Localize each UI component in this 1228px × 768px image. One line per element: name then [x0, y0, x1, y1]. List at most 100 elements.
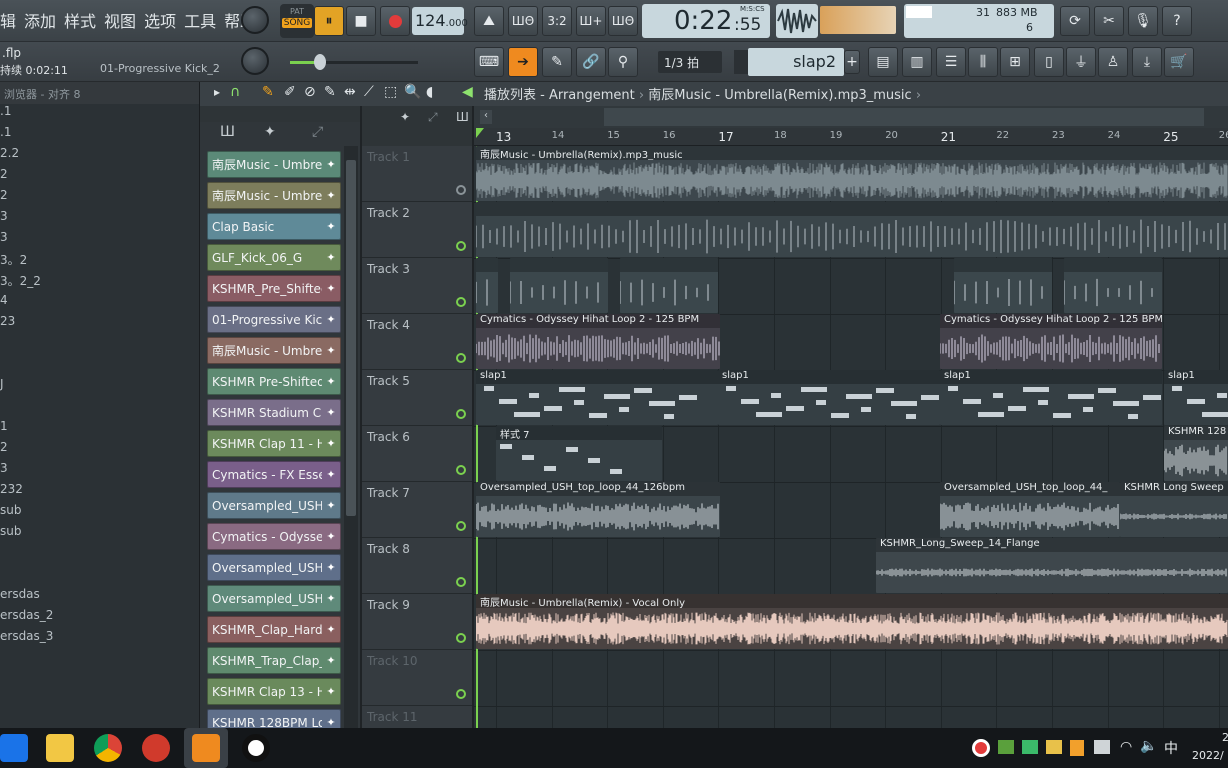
timeline-overview[interactable]: ‹ [474, 106, 1228, 128]
paint-tool-icon[interactable]: ✐ [284, 84, 296, 100]
track-mute-led[interactable] [456, 465, 466, 475]
pause-button[interactable]: ⏸ [314, 6, 344, 36]
add-pattern-button[interactable]: + [844, 50, 860, 74]
master-volume-knob[interactable] [241, 6, 269, 34]
wifi-icon[interactable]: ◠ [1120, 739, 1132, 755]
magnet-icon[interactable]: ∩ [230, 84, 240, 100]
channel-button[interactable]: Oversampled_USH_t.. ✦ [207, 554, 341, 581]
refresh-icon[interactable]: ⟳ [1060, 6, 1090, 36]
link-icon[interactable]: 🔗 [576, 47, 606, 77]
browser-item[interactable]: sub [0, 524, 199, 545]
track-wave-icon[interactable]: ✦ [400, 110, 410, 124]
track-mute-led[interactable] [456, 353, 466, 363]
browser-item[interactable]: ersdas_2 [0, 608, 199, 629]
channel-button[interactable]: 01-Progressive Kick_2 ✦ [207, 306, 341, 333]
browser-item[interactable]: 3 [0, 209, 199, 230]
channel-button[interactable]: KSHMR Stadium Clap.. ✦ [207, 399, 341, 426]
piano-roll-icon[interactable]: ▥ [902, 47, 932, 77]
browser-item[interactable]: 4 [0, 293, 199, 314]
mute-tool-icon[interactable]: ✎ [324, 84, 336, 100]
playlist-clip[interactable]: Cymatics - Odyssey Hihat Loop 2 - 125 BP… [940, 314, 1162, 369]
channel-button[interactable]: 南辰Music - Umbrell.. ✦ [207, 182, 341, 209]
track-header[interactable]: Track 5 [362, 370, 472, 426]
playlist-clip[interactable]: slap1 [940, 370, 1162, 425]
playlist-clip[interactable]: KSHMR Long Sweep [1120, 482, 1228, 537]
playlist-clip[interactable]: Oversampled_USH_top_loop_44_126bpm [476, 482, 720, 537]
track-mute-led[interactable] [456, 241, 466, 251]
browser-header[interactable]: 浏览器 - 对齐 8 [0, 82, 199, 104]
playlist-clip[interactable] [476, 202, 1228, 257]
track-header[interactable]: Track 9 [362, 594, 472, 650]
zoom-tool-icon[interactable]: 🔍 [404, 84, 421, 100]
rack-step-icon[interactable]: Ш [220, 124, 235, 140]
cart-icon[interactable]: 🛒 [1164, 47, 1194, 77]
playlist-menu-arrow[interactable]: ▸ [214, 85, 220, 99]
menu-tools[interactable]: 工具 [184, 8, 216, 34]
recorder-icon[interactable] [242, 734, 270, 762]
help-icon[interactable]: ? [1162, 6, 1192, 36]
channel-button[interactable]: KSHMR Clap 11 - Har.. ✦ [207, 430, 341, 457]
tray-nvidia-icon[interactable] [998, 740, 1014, 754]
browser-item[interactable]: 232 [0, 482, 199, 503]
track-header[interactable]: Track 1 [362, 146, 472, 202]
tray-device-icon[interactable] [1094, 740, 1110, 754]
channel-button[interactable]: KSHMR Pre-Shifted Cl.. ✦ [207, 368, 341, 395]
playhead-marker[interactable] [476, 128, 484, 138]
timeline-ruler[interactable]: 13 14 15 16 17 18 19 20 21 22 23 24 25 26 [474, 128, 1228, 146]
download-icon[interactable]: ⤓ [1132, 47, 1162, 77]
record-button[interactable] [380, 6, 410, 36]
master-pitch-knob[interactable] [241, 47, 269, 75]
channel-button[interactable]: 南辰Music - Umbrell.. ✦ [207, 337, 341, 364]
file-explorer-icon[interactable] [46, 734, 74, 762]
browser-item[interactable] [0, 566, 199, 587]
plugin-picker-icon[interactable]: ⊞ [1000, 47, 1030, 77]
tray-record-icon[interactable] [972, 739, 990, 757]
track-mute-led[interactable] [456, 297, 466, 307]
playlist-clip[interactable] [620, 258, 718, 313]
playlist-clip[interactable]: slap1 [1164, 370, 1228, 425]
metronome-icon[interactable]: ⛰ [474, 6, 504, 36]
menu-view[interactable]: 视图 [104, 8, 136, 34]
browser-icon[interactable]: ▯ [1034, 47, 1064, 77]
playlist-icon[interactable]: ▤ [868, 47, 898, 77]
track-mute-led[interactable] [456, 185, 466, 195]
pattern-prev-arrow[interactable] [734, 50, 748, 74]
menu-options[interactable]: 选项 [144, 8, 176, 34]
track-mute-led[interactable] [456, 409, 466, 419]
delete-tool-icon[interactable]: ⊘ [304, 84, 316, 100]
stop-button[interactable]: ■ [346, 6, 376, 36]
playback-tool-icon[interactable]: ◖ [426, 84, 433, 100]
playlist-clip[interactable]: 南辰Music - Umbrella(Remix).mp3_music [476, 146, 1228, 201]
browser-item[interactable]: 2.2 [0, 146, 199, 167]
microphone-icon[interactable]: 🎙 [1128, 6, 1158, 36]
channel-button[interactable]: GLF_Kick_06_G ✦ [207, 244, 341, 271]
pat-song-toggle[interactable]: PAT SONG [280, 4, 314, 38]
track-mute-led[interactable] [456, 521, 466, 531]
channel-button[interactable]: Oversampled_USH_t.. ✦ [207, 492, 341, 519]
loop-record-icon[interactable]: ШΘ [608, 6, 638, 36]
track-mute-led[interactable] [456, 577, 466, 587]
channel-button[interactable]: Cymatics - Odyssey.. ✦ [207, 523, 341, 550]
master-volume-slider[interactable] [290, 54, 418, 70]
browser-item[interactable]: ersdas [0, 587, 199, 608]
browser-item[interactable]: 23 [0, 314, 199, 335]
ime-indicator[interactable]: 中 [1164, 738, 1178, 758]
draw-tool-icon[interactable]: ✎ [262, 84, 274, 100]
playlist-clip[interactable]: Cymatics - Odyssey Hihat Loop 2 - 125 BP… [476, 314, 720, 369]
browser-item[interactable]: 2 [0, 440, 199, 461]
channel-scrollbar[interactable] [344, 146, 358, 728]
track-step-icon[interactable]: Ш [456, 110, 469, 124]
channel-button[interactable]: 南辰Music - Umbrell.. ✦ [207, 151, 341, 178]
playlist-clip[interactable]: KSHMR 128 [1164, 426, 1228, 481]
playlist-clip[interactable] [510, 258, 608, 313]
track-graph-icon[interactable]: ⤢ [428, 110, 438, 125]
browser-item[interactable]: 2 [0, 188, 199, 209]
channel-button[interactable]: Oversampled_USH_t.. ✦ [207, 585, 341, 612]
time-display[interactable]: 0:22 :55 M:S:CS [642, 4, 770, 38]
tray-shield-icon[interactable] [1070, 740, 1084, 756]
browser-item[interactable]: sub [0, 503, 199, 524]
track-header[interactable]: Track 3 [362, 258, 472, 314]
tray-wechat-icon[interactable] [1022, 740, 1038, 754]
netease-music-icon[interactable] [142, 734, 170, 762]
playlist-clip[interactable] [954, 258, 1052, 313]
